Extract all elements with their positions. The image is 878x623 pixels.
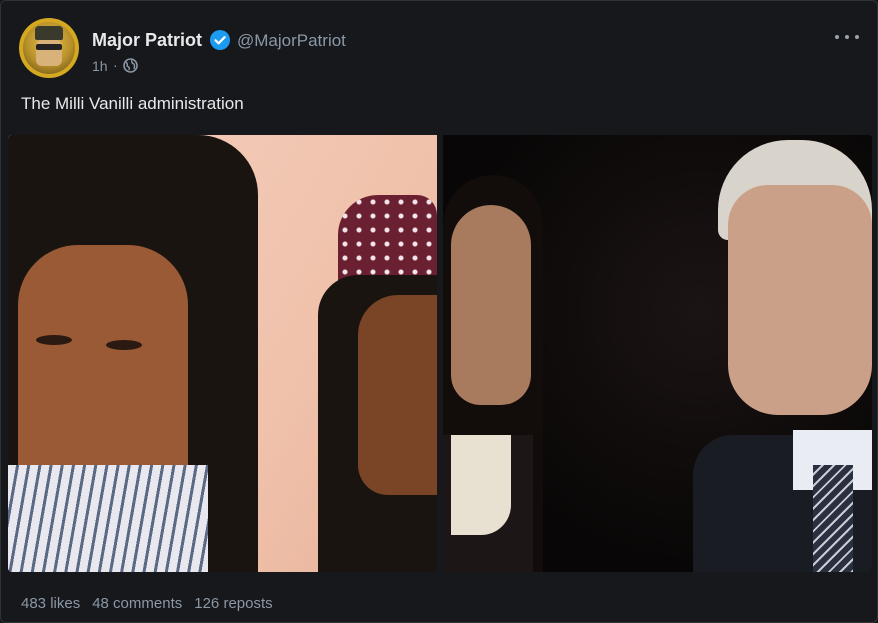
post-media[interactable] <box>8 135 872 572</box>
post-stats: 483 likes 48 comments 126 reposts <box>21 595 273 612</box>
post-text: The Milli Vanilli administration <box>21 94 244 113</box>
likes-count[interactable]: 483 likes <box>21 595 80 612</box>
avatar-image <box>23 22 75 74</box>
verified-badge-icon <box>210 30 230 50</box>
post-time[interactable]: 1h <box>92 58 108 74</box>
comments-count[interactable]: 48 comments <box>92 595 182 612</box>
separator-dot: · <box>113 57 118 73</box>
post-card: Major Patriot @MajorPatriot 1h · The Mil… <box>0 0 878 623</box>
reposts-count[interactable]: 126 reposts <box>194 595 272 612</box>
more-icon <box>835 35 839 39</box>
more-options-button[interactable] <box>835 27 859 47</box>
globe-icon <box>122 57 139 74</box>
media-image-left[interactable] <box>8 135 437 572</box>
author-handle[interactable]: @MajorPatriot <box>237 31 346 51</box>
avatar[interactable] <box>19 18 79 78</box>
media-image-right[interactable] <box>443 135 872 572</box>
author-name[interactable]: Major Patriot <box>92 30 202 51</box>
